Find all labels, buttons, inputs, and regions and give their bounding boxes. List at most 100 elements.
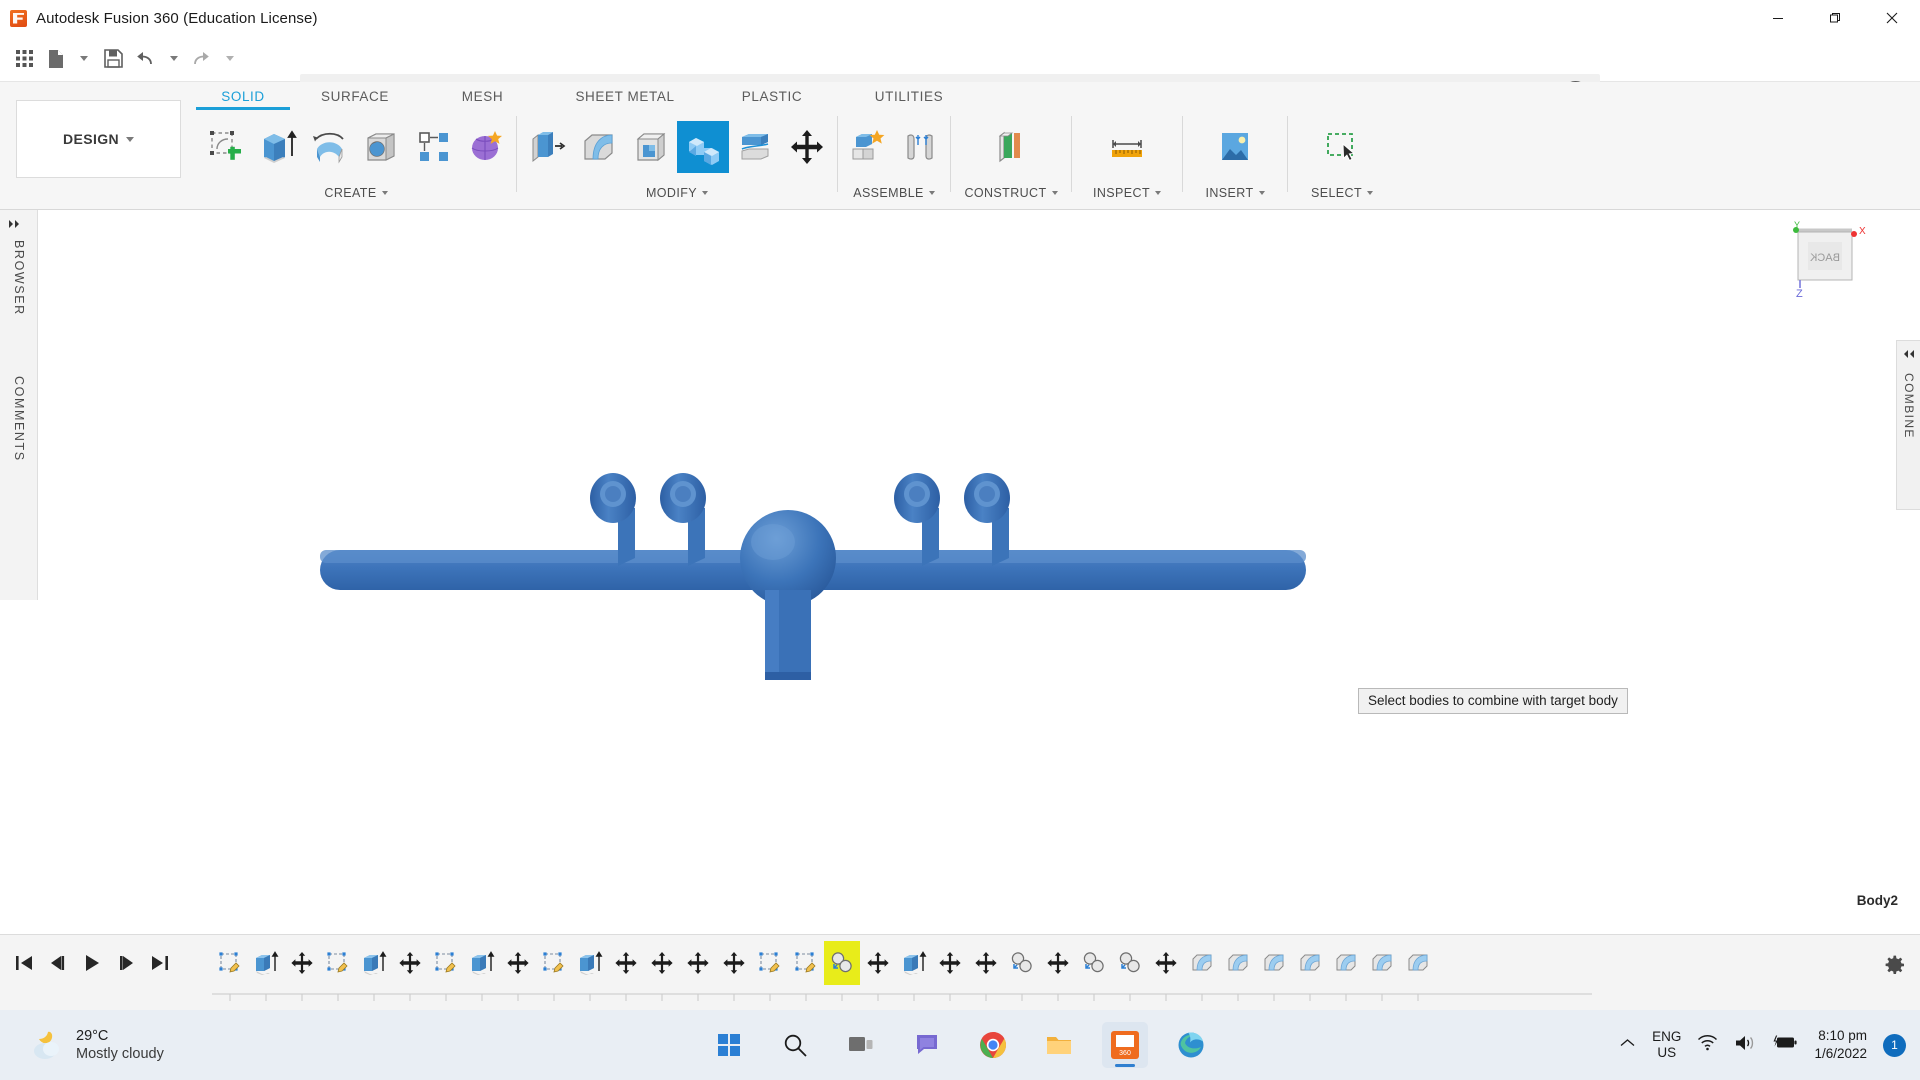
timeline-sketch-feature[interactable] xyxy=(536,941,572,985)
start-button[interactable] xyxy=(706,1022,752,1068)
double-chevron-left-icon[interactable] xyxy=(1902,349,1916,362)
timeline-move-feature[interactable] xyxy=(968,941,1004,985)
timeline-move-feature[interactable] xyxy=(284,941,320,985)
timeline-move-feature[interactable] xyxy=(644,941,680,985)
revolve-icon[interactable] xyxy=(304,121,356,173)
timeline-move-feature[interactable] xyxy=(860,941,896,985)
viewport-canvas[interactable]: Select bodies to combine with target bod… xyxy=(38,210,1920,914)
timeline-fillet-feature[interactable] xyxy=(1256,941,1292,985)
tab-sheet-metal[interactable]: SHEET METAL xyxy=(545,82,705,110)
language-indicator[interactable]: ENG US xyxy=(1652,1029,1681,1061)
gear-icon[interactable] xyxy=(1882,953,1906,982)
weather-widget[interactable]: 29°C Mostly cloudy xyxy=(28,1027,164,1063)
timeline-fillet-feature[interactable] xyxy=(1184,941,1220,985)
offset-plane-icon[interactable] xyxy=(985,121,1037,173)
play-icon[interactable] xyxy=(78,949,106,977)
tab-utilities[interactable]: UTILITIES xyxy=(839,82,979,110)
form-create-icon[interactable] xyxy=(460,121,512,173)
maximize-restore-icon[interactable] xyxy=(1806,0,1863,36)
select-window-icon[interactable] xyxy=(1316,121,1368,173)
timeline-sketch-feature[interactable] xyxy=(752,941,788,985)
undo-icon[interactable] xyxy=(130,41,160,77)
timeline-fillet-feature[interactable] xyxy=(1364,941,1400,985)
timeline-extrude-feature[interactable] xyxy=(356,941,392,985)
timeline-combine-feature[interactable] xyxy=(1076,941,1112,985)
panel-construct-label[interactable]: CONSTRUCT xyxy=(951,180,1071,206)
timeline-fillet-feature[interactable] xyxy=(1292,941,1328,985)
go-to-beginning-icon[interactable] xyxy=(10,949,38,977)
right-dock-combine[interactable]: COMBINE xyxy=(1896,340,1920,510)
shell-icon[interactable] xyxy=(625,121,677,173)
redo-icon[interactable] xyxy=(186,41,216,77)
undo-dropdown[interactable] xyxy=(160,41,186,77)
sidebar-item-comments[interactable]: COMMENTS xyxy=(12,376,26,462)
timeline-sketch-feature[interactable] xyxy=(212,941,248,985)
offset-face-icon[interactable] xyxy=(729,121,781,173)
double-chevron-right-icon[interactable] xyxy=(8,218,22,232)
wifi-icon[interactable] xyxy=(1697,1034,1718,1056)
task-view-button[interactable] xyxy=(838,1022,884,1068)
fusion360-button[interactable]: 360 xyxy=(1102,1022,1148,1068)
timeline-move-feature[interactable] xyxy=(500,941,536,985)
go-to-end-icon[interactable] xyxy=(146,949,174,977)
timeline-move-feature[interactable] xyxy=(392,941,428,985)
pattern-icon[interactable] xyxy=(408,121,460,173)
timeline-combine-feature[interactable] xyxy=(1112,941,1148,985)
workspace-switcher[interactable]: DESIGN xyxy=(16,100,181,178)
airplane-model[interactable] xyxy=(318,450,1308,710)
timeline-move-feature[interactable] xyxy=(716,941,752,985)
hole-icon[interactable] xyxy=(356,121,408,173)
new-document-icon[interactable] xyxy=(42,41,70,77)
minimize-icon[interactable] xyxy=(1749,0,1806,36)
clock[interactable]: 8:10 pm 1/6/2022 xyxy=(1814,1027,1867,1063)
panel-inspect-label[interactable]: INSPECT xyxy=(1072,180,1182,206)
search-button[interactable] xyxy=(772,1022,818,1068)
file-explorer-button[interactable] xyxy=(1036,1022,1082,1068)
chat-button[interactable] xyxy=(904,1022,950,1068)
combine-icon[interactable] xyxy=(677,121,729,173)
chrome-button[interactable] xyxy=(970,1022,1016,1068)
fillet-icon[interactable] xyxy=(573,121,625,173)
timeline-fillet-feature[interactable] xyxy=(1220,941,1256,985)
panel-modify-label[interactable]: MODIFY xyxy=(517,180,837,206)
redo-dropdown[interactable] xyxy=(216,41,242,77)
tab-solid[interactable]: SOLID xyxy=(196,82,290,110)
timeline-move-feature[interactable] xyxy=(680,941,716,985)
viewcube[interactable]: BACK Y X Z xyxy=(1782,220,1872,300)
timeline-extrude-feature[interactable] xyxy=(248,941,284,985)
timeline-fillet-feature[interactable] xyxy=(1400,941,1436,985)
panel-select-label[interactable]: SELECT xyxy=(1288,180,1396,206)
app-grid-icon[interactable] xyxy=(6,41,42,77)
step-back-icon[interactable] xyxy=(44,949,72,977)
edge-button[interactable] xyxy=(1168,1022,1214,1068)
tab-surface[interactable]: SURFACE xyxy=(290,82,420,110)
speaker-icon[interactable] xyxy=(1734,1034,1756,1057)
move-copy-icon[interactable] xyxy=(781,121,833,173)
timeline-sketch-feature[interactable] xyxy=(320,941,356,985)
timeline-track[interactable] xyxy=(212,941,1592,1003)
close-icon[interactable] xyxy=(1863,0,1920,36)
timeline-extrude-feature[interactable] xyxy=(572,941,608,985)
panel-create-label[interactable]: CREATE xyxy=(196,180,516,206)
timeline-sketch-feature[interactable] xyxy=(788,941,824,985)
notification-count-badge[interactable]: 1 xyxy=(1883,1034,1906,1057)
timeline-move-feature[interactable] xyxy=(1148,941,1184,985)
insert-canvas-icon[interactable] xyxy=(1209,121,1261,173)
create-sketch-icon[interactable] xyxy=(200,121,252,173)
measure-icon[interactable] xyxy=(1101,121,1153,173)
extrude-icon[interactable] xyxy=(252,121,304,173)
panel-assemble-label[interactable]: ASSEMBLE xyxy=(838,180,950,206)
timeline-move-feature[interactable] xyxy=(1040,941,1076,985)
timeline-fillet-feature[interactable] xyxy=(1328,941,1364,985)
joint-icon[interactable] xyxy=(894,121,946,173)
timeline-sketch-feature[interactable] xyxy=(428,941,464,985)
save-icon[interactable] xyxy=(96,41,130,77)
step-forward-icon[interactable] xyxy=(112,949,140,977)
timeline-combine-feature[interactable] xyxy=(1004,941,1040,985)
battery-charging-icon[interactable] xyxy=(1772,1034,1798,1056)
timeline-combine-feature[interactable] xyxy=(824,941,860,985)
timeline-extrude-feature[interactable] xyxy=(896,941,932,985)
new-component-icon[interactable] xyxy=(842,121,894,173)
press-pull-icon[interactable] xyxy=(521,121,573,173)
timeline-extrude-feature[interactable] xyxy=(464,941,500,985)
